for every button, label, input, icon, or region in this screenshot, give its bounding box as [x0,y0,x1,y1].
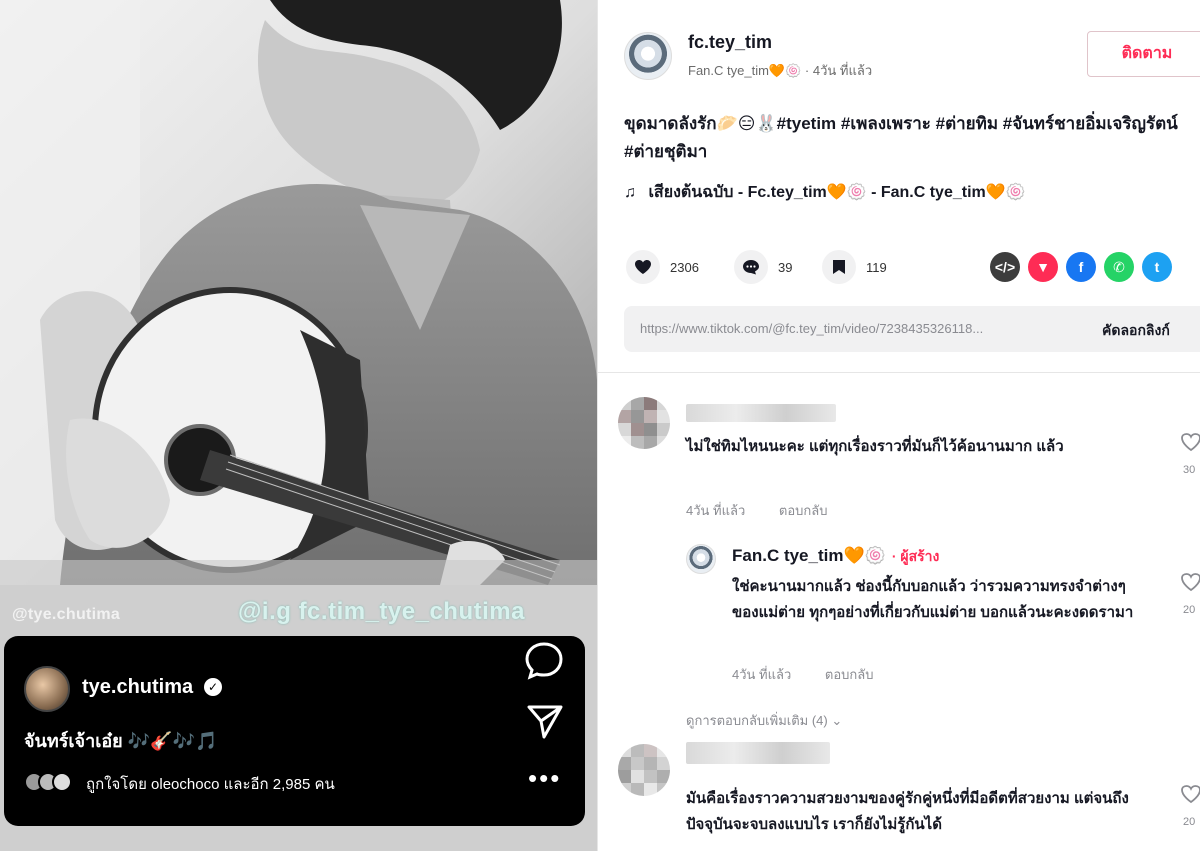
reply-author-name: Fan.C tye_tim🧡🍥 [732,546,886,565]
author-avatar[interactable] [624,32,672,80]
tiktok-send-icon[interactable]: ▼ [1028,252,1058,282]
creator-badge: · ผู้สร้าง [891,548,940,564]
comment-stat[interactable]: 39 [734,250,793,284]
commenter-avatar[interactable] [618,744,670,796]
ig-caption: จันทร์เจ้าเอ๋ย 🎶🎸🎶🎵 [24,731,218,751]
comment-time: 4วัน ที่แล้ว [686,503,746,518]
video-url[interactable]: https://www.tiktok.com/@fc.tey_tim/video… [640,321,1090,336]
embed-icon[interactable]: </> [990,252,1020,282]
reply-like-icon[interactable] [1180,572,1200,597]
reply-meta: 4วัน ที่แล้ว ตอบกลับ [732,664,903,685]
more-icon: ••• [528,763,562,793]
ig-avatar [24,666,70,712]
chevron-down-icon: ⌄ [831,713,843,728]
reply-author-avatar[interactable] [686,544,716,574]
like-count: 2306 [670,259,699,275]
view-more-replies-label: ดูการตอบกลับเพิ่มเติม (4) [686,713,828,728]
reply-time: 4วัน ที่แล้ว [732,667,792,682]
copy-link-button[interactable]: คัดลอกลิงก์ [1102,320,1170,342]
reply-author[interactable]: Fan.C tye_tim🧡🍥 · ผู้สร้าง [732,546,939,568]
commenter-name-blurred [686,742,830,764]
verified-badge-icon: ✓ [204,678,222,696]
ig-liked-by: ถูกใจโดย oleochoco และอีก 2,985 คน [86,776,335,793]
view-more-replies-button[interactable]: ดูการตอบกลับเพิ่มเติม (4) ⌄ [686,710,842,731]
instagram-post-card: tye.chutima ✓ จันทร์เจ้าเอ๋ย 🎶🎸🎶🎵 ถูกใจโ… [4,636,585,826]
save-count: 119 [866,259,887,275]
commenter-avatar[interactable] [618,397,670,449]
heart-icon [626,250,660,284]
comment-bubble-icon [734,250,768,284]
author-subtitle: Fan.C tye_tim🧡🍥 · 4วัน ที่แล้ว [688,60,872,81]
reply-like-count: 20 [1183,604,1196,616]
reply-text: ใช่คะนานมากแล้ว ช่องนี้กับบอกแล้ว ว่ารวม… [732,578,1134,621]
share-buttons: </> ▼ f ✆ t [990,252,1172,282]
video-details-panel: fc.tey_tim Fan.C tye_tim🧡🍥 · 4วัน ที่แล้… [597,0,1200,851]
comment-meta: 4วัน ที่แล้ว ตอบกลับ [686,500,857,521]
comment-icon [524,640,564,685]
separator-dot: · [804,63,813,78]
post-time: 4วัน ที่แล้ว [812,63,873,78]
comment-text: ไม่ใช่ทิมไหนนะคะ แต่ทุกเรื่องราวที่มันก็… [686,438,1064,455]
share-icon [526,702,564,745]
ig-username: tye.chutima [82,676,194,698]
comment-text: มันคือเรื่องราวความสวยงามของคู่รักคู่หนึ… [686,790,1129,833]
comment-like-icon[interactable] [1180,784,1200,809]
author-handle[interactable]: fc.tey_tim [688,32,772,53]
video-frame-image [0,0,597,585]
save-stat[interactable]: 119 [822,250,887,284]
divider [598,372,1200,373]
bookmark-icon [822,250,856,284]
like-stat[interactable]: 2306 [626,250,699,284]
commenter-name-blurred [686,404,836,422]
video-description: ขุดมาดลังรัก🥟😑🐰#tyetim #เพลงเพราะ #ต่ายท… [624,114,1178,161]
reply-reply-button[interactable]: ตอบกลับ [825,667,874,682]
comment-like-icon[interactable] [1180,432,1200,457]
ig-liked-avatars [24,772,76,792]
music-link[interactable]: ♫ เสียงต้นฉบับ - Fc.tey_tim🧡🍥 - Fan.C ty… [624,180,1026,205]
twitter-icon[interactable]: t [1142,252,1172,282]
facebook-icon[interactable]: f [1066,252,1096,282]
watermark-right: @i.g fc.tim_tye_chutima [238,598,525,625]
comment-count: 39 [778,259,793,275]
music-title: เสียงต้นฉบับ - Fc.tey_tim🧡🍥 - Fan.C tye_… [648,184,1026,201]
reply-button[interactable]: ตอบกลับ [779,503,828,518]
comment-like-count: 30 [1183,464,1196,476]
whatsapp-icon[interactable]: ✆ [1104,252,1134,282]
video-link-box: https://www.tiktok.com/@fc.tey_tim/video… [624,306,1200,352]
comment-like-count: 20 [1183,816,1196,828]
watermark-left: @tye.chutima [12,606,121,623]
music-note-icon: ♫ [624,184,636,201]
video-player[interactable]: @tye.chutima @i.g fc.tim_tye_chutima tye… [0,0,597,851]
author-display-name: Fan.C tye_tim🧡🍥 [688,63,802,78]
follow-button[interactable]: ติดตาม [1087,31,1200,77]
